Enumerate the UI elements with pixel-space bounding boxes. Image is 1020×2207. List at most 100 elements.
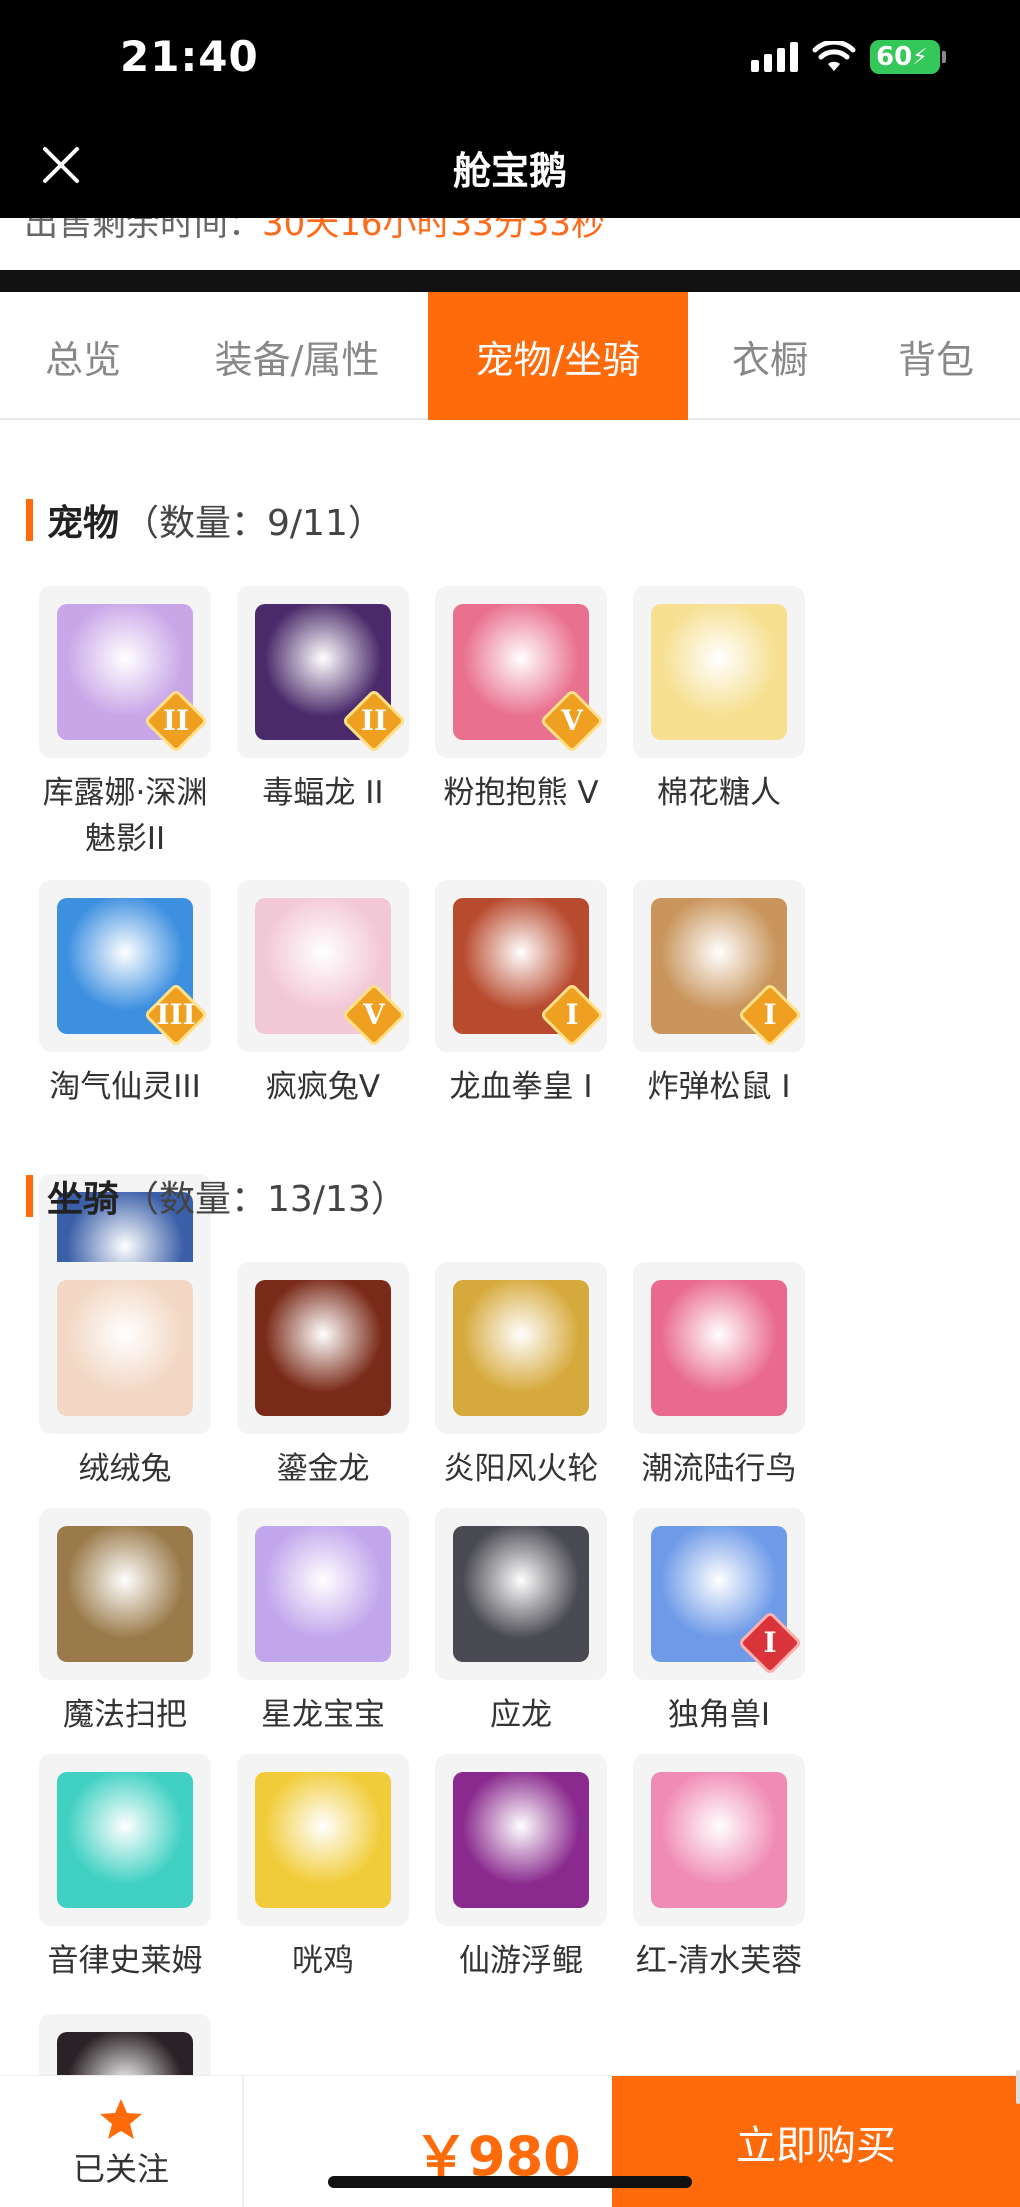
- mount-image: [57, 1526, 193, 1662]
- mount-image: [453, 1280, 589, 1416]
- pet-name: 库露娜·深渊魅影II: [42, 775, 208, 857]
- mount-name: 魔法扫把: [63, 1697, 187, 1733]
- pet-card[interactable]: I 龙血拳皇 I: [422, 880, 620, 1105]
- mount-thumbnail: [39, 1508, 211, 1680]
- mount-name: 应龙: [490, 1697, 552, 1733]
- pet-card[interactable]: V 粉抱抱熊 V: [422, 586, 620, 880]
- pet-thumbnail: I: [633, 880, 805, 1052]
- mount-card[interactable]: 音律史莱姆: [26, 1754, 224, 2000]
- page-title: 舱宝鹅: [452, 149, 567, 193]
- home-indicator[interactable]: [328, 2176, 692, 2188]
- pets-section-title: 宠物 （数量：9/11）: [26, 494, 384, 546]
- pet-name: 炸弹松鼠 I: [647, 1069, 791, 1105]
- tab-wardrobe[interactable]: 衣橱: [688, 292, 852, 420]
- tier-badge-label: V: [561, 703, 583, 737]
- mount-card[interactable]: 魔法扫把: [26, 1508, 224, 1754]
- mount-card[interactable]: 红-清水芙蓉: [620, 1754, 818, 2014]
- tier-badge-label: I: [763, 1625, 777, 1659]
- mount-thumbnail: [633, 1754, 805, 1926]
- status-icons: 60 ⚡: [751, 40, 946, 74]
- status-time: 21:40: [120, 32, 259, 81]
- pet-card[interactable]: III 淘气仙灵III: [26, 880, 224, 1174]
- mount-image: [453, 1526, 589, 1662]
- pet-name: 棉花糖人: [657, 775, 781, 811]
- mount-image: [255, 1280, 391, 1416]
- tab-overview[interactable]: 总览: [0, 292, 166, 420]
- tab-equipment[interactable]: 装备/属性: [166, 292, 428, 420]
- pet-name: 龙血拳皇 I: [449, 1069, 593, 1105]
- mount-name: 红-清水芙蓉: [635, 1943, 803, 1979]
- mount-name: 炎阳风火轮: [443, 1451, 599, 1487]
- pet-card[interactable]: II 库露娜·深渊魅影II: [26, 586, 224, 880]
- pet-card[interactable]: 棉花糖人: [620, 586, 818, 880]
- mount-thumbnail: [435, 1754, 607, 1926]
- mount-name: 星龙宝宝: [261, 1697, 385, 1733]
- mounts-count: （数量：13/13）: [123, 1179, 407, 1220]
- tab-backpack[interactable]: 背包: [852, 292, 1020, 420]
- tier-badge-label: I: [763, 997, 777, 1031]
- mount-card[interactable]: 潮流陆行鸟: [620, 1262, 818, 1508]
- mount-name: 仙游浮鲲: [459, 1943, 583, 1979]
- section-marker: [26, 499, 33, 541]
- divider-band: [0, 270, 1020, 292]
- pet-thumbnail: I: [435, 880, 607, 1052]
- battery-icon: 60 ⚡: [870, 40, 946, 74]
- mount-thumbnail: [237, 1508, 409, 1680]
- pet-thumbnail: [633, 586, 805, 758]
- star-icon: [100, 2099, 142, 2139]
- pet-name: 淘气仙灵III: [49, 1069, 201, 1105]
- pet-card[interactable]: V 疯疯兔V: [224, 880, 422, 1105]
- mount-image: [651, 1280, 787, 1416]
- mount-card[interactable]: 绒绒兔: [26, 1262, 224, 1508]
- sale-remaining-time: 出售剩余时间：30天16小时33分33秒: [0, 218, 1020, 270]
- follow-button[interactable]: 已关注: [0, 2076, 244, 2207]
- pet-card[interactable]: II 毒蝠龙 II: [224, 586, 422, 880]
- mount-name: 咣鸡: [292, 1943, 354, 1979]
- mount-card[interactable]: 鎏金龙: [224, 1262, 422, 1508]
- pet-thumbnail: II: [237, 586, 409, 758]
- mount-thumbnail: [39, 1262, 211, 1434]
- status-bar: 21:40 60 ⚡: [0, 0, 1020, 118]
- tier-badge-label: II: [360, 703, 388, 737]
- pet-name: 疯疯兔V: [265, 1069, 381, 1105]
- tab-bar: 总览 装备/属性 宠物/坐骑 衣橱 背包: [0, 292, 1020, 420]
- pets-grid: II 库露娜·深渊魅影II II 毒蝠龙 II V 粉抱抱熊 V 棉花糖人 III 淘气仙灵II…: [26, 586, 1002, 1399]
- tier-badge-label: II: [162, 703, 190, 737]
- pet-thumbnail: III: [39, 880, 211, 1052]
- pets-title: 宠物: [47, 503, 120, 544]
- mount-thumbnail: [39, 1754, 211, 1926]
- follow-label: 已关注: [72, 2150, 169, 2188]
- tab-pets-mounts[interactable]: 宠物/坐骑: [428, 292, 688, 420]
- mount-image: [453, 1772, 589, 1908]
- mount-thumbnail: [435, 1508, 607, 1680]
- mount-name: 鎏金龙: [276, 1451, 370, 1487]
- mount-name: 绒绒兔: [78, 1451, 172, 1487]
- tier-badge-label: I: [565, 997, 579, 1031]
- pet-thumbnail: V: [435, 586, 607, 758]
- mount-thumbnail: [237, 1262, 409, 1434]
- scroll-indicator: [1016, 2070, 1020, 2104]
- pet-name: 粉抱抱熊 V: [443, 775, 599, 811]
- mount-card[interactable]: 咣鸡: [224, 1754, 422, 2000]
- mount-card[interactable]: 仙游浮鲲: [422, 1754, 620, 2014]
- mount-image: [57, 1280, 193, 1416]
- pet-card[interactable]: I 炸弹松鼠 I: [620, 880, 818, 1105]
- pet-thumbnail: V: [237, 880, 409, 1052]
- mounts-grid: 绒绒兔 鎏金龙 炎阳风火轮 潮流陆行鸟魔法扫把 星龙宝宝 应龙 I 独角兽I 音律史莱姆 咣鸡 仙游…: [26, 1262, 1002, 2207]
- wifi-icon: [812, 41, 856, 71]
- mount-name: 音律史莱姆: [47, 1943, 203, 1979]
- cellular-signal-icon: [751, 42, 798, 72]
- battery-level: 60: [876, 42, 913, 72]
- mount-card[interactable]: I 独角兽I: [620, 1508, 818, 1754]
- mount-card[interactable]: 应龙: [422, 1508, 620, 1754]
- mount-name: 独角兽I: [667, 1697, 771, 1733]
- mount-card[interactable]: 炎阳风火轮: [422, 1262, 620, 1508]
- mount-name: 潮流陆行鸟: [641, 1451, 797, 1487]
- nav-bar: 舱宝鹅: [0, 118, 1020, 218]
- tier-badge-label: III: [156, 997, 196, 1031]
- mount-card[interactable]: 星龙宝宝: [224, 1508, 422, 1754]
- section-marker: [26, 1175, 33, 1217]
- tier-badge-label: V: [363, 997, 385, 1031]
- mount-image: [255, 1526, 391, 1662]
- pet-image: [651, 604, 787, 740]
